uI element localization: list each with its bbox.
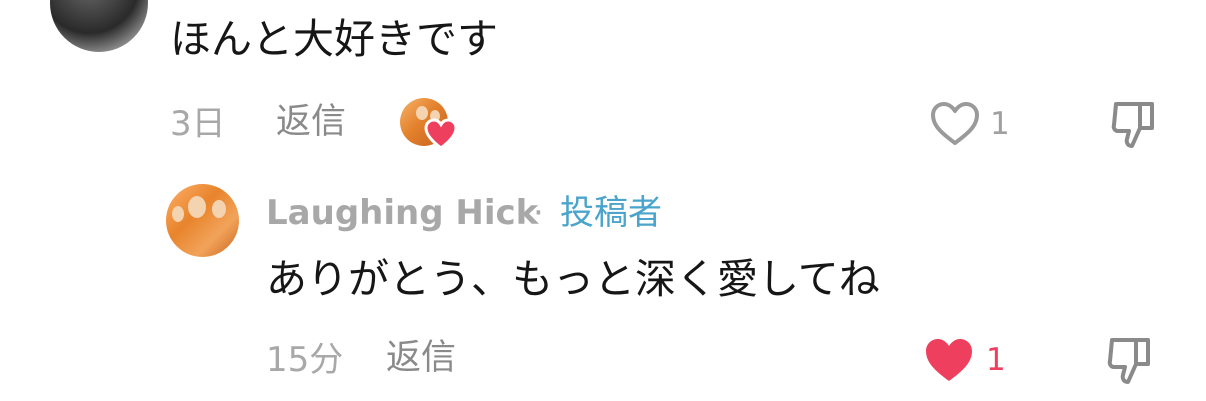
author-separator: · xyxy=(533,193,544,233)
heart-badge-icon xyxy=(424,118,458,150)
creator-liked-indicator xyxy=(400,98,458,150)
commenter-avatar[interactable] xyxy=(50,0,148,52)
reply-like-heart-icon[interactable] xyxy=(923,336,975,384)
reply-dislike-icon[interactable] xyxy=(1106,336,1154,386)
reply-text: ありがとう、もっと深く愛してね xyxy=(266,255,880,303)
reply-author-name[interactable]: Laughing Hick xyxy=(266,191,538,235)
comment-reply-button[interactable]: 返信 xyxy=(276,100,346,144)
reply-author-avatar[interactable] xyxy=(166,184,239,257)
reply-timestamp: 15分 xyxy=(266,340,344,380)
reply-reply-button[interactable]: 返信 xyxy=(386,336,456,380)
comment-like-count: 1 xyxy=(990,106,1010,142)
comment-text: ほんと大好きです xyxy=(170,15,498,63)
creator-badge: 投稿者 xyxy=(560,193,662,233)
comment-timestamp: 3日 xyxy=(170,104,226,144)
comment-dislike-icon[interactable] xyxy=(1110,100,1158,150)
comment-like-heart-icon[interactable] xyxy=(930,101,980,147)
reply-like-count: 1 xyxy=(986,342,1006,378)
